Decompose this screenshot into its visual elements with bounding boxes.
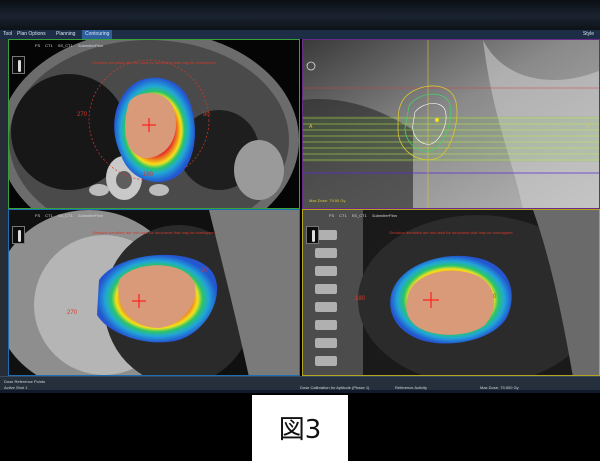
ct-selector[interactable]: CT1 [339,212,347,220]
side-toolbar [0,39,8,376]
plan-selector[interactable]: SubmitterPlan [78,212,103,220]
viewport-toolbar: FS CT1 SS_CT1 SubmitterPlan [329,212,397,220]
fs-toggle[interactable]: FS [35,212,40,220]
app-window: Tool Plan Options Planning Contouring St… [0,0,600,461]
structure-set-selector[interactable]: SS_CT1 [352,212,367,220]
viewport-axial[interactable]: FS CT1 SS_CT1 SubmitterPlan Decision den… [8,39,300,209]
overlap-warning: Decision densities are not used for stru… [92,60,216,65]
figure-caption: 図3 [278,415,322,445]
gantry-angle-180: 180 [143,172,154,178]
orientation-icon [12,226,25,244]
plan-selector[interactable]: SubmitterPlan [372,212,397,220]
tab-planning[interactable]: Planning [53,30,78,39]
tab-contouring[interactable]: Contouring [82,30,113,39]
gantry-angle-90: 90 [201,268,208,274]
viewport-drr[interactable]: A B Max Dose: 79.50 Gy [302,39,600,209]
gantry-angle-90: 90 [203,112,210,118]
axial-ct-image [9,40,299,208]
tab-plan-options[interactable]: Plan Options [14,30,49,39]
status-bar: Dose Reference Points Active Shot 1 Dose… [0,376,600,390]
ct-selector[interactable]: CT1 [45,212,53,220]
gantry-angle-180: 180 [355,296,366,302]
structure-set-selector[interactable]: SS_CT1 [58,42,73,50]
max-dose-readout: Max Dose: 79.50 Gy [309,198,346,203]
figure-caption-box: 図3 [252,395,348,461]
fs-toggle[interactable]: FS [329,212,334,220]
gantry-angle-270: 270 [67,310,78,316]
style-menu[interactable]: Style [583,30,594,39]
fs-toggle[interactable]: FS [35,42,40,50]
viewport-coronal[interactable]: FS CT1 SS_CT1 SubmitterPlan Decision den… [8,209,300,376]
orientation-icon [306,226,319,244]
dose-reference-points-title[interactable]: Dose Reference Points [4,379,45,384]
viewport-sagittal[interactable]: FS CT1 SS_CT1 SubmitterPlan Decision den… [302,209,600,376]
drr-marker-b: B [587,124,591,130]
taskbar [0,390,600,393]
drr-image [303,40,599,208]
gantry-angle-0: 0 [493,294,497,300]
title-bar [0,0,600,30]
drr-marker-a: A [309,124,313,130]
tab-tool[interactable]: Tool [0,30,15,39]
overlap-warning: Decision densities are not used for stru… [389,230,513,235]
structure-set-selector[interactable]: SS_CT1 [58,212,73,220]
ct-selector[interactable]: CT1 [45,42,53,50]
viewport-toolbar: FS CT1 SS_CT1 SubmitterPlan [35,42,103,50]
orientation-icon [12,56,25,74]
plan-selector[interactable]: SubmitterPlan [78,42,103,50]
gantry-angle-270: 270 [77,112,88,118]
overlap-warning: Decision densities are not used for stru… [92,230,216,235]
viewport-toolbar: FS CT1 SS_CT1 SubmitterPlan [35,212,103,220]
